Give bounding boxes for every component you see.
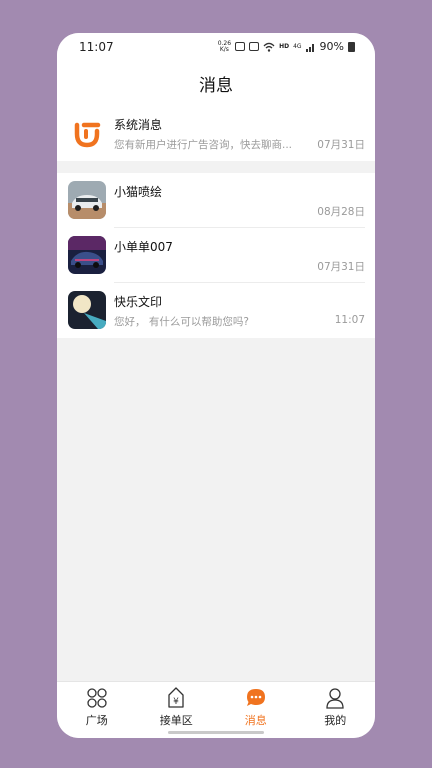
clipboard-notification-icon bbox=[249, 42, 260, 51]
svg-text:¥: ¥ bbox=[173, 697, 179, 707]
conversation-list: 小猫喷绘 08月28日 小单单007 07月31日 快乐文印 您好， 有什么可以… bbox=[57, 173, 375, 338]
tab-label: 接单区 bbox=[159, 714, 193, 727]
conversation-preview: 您好， 有什么可以帮助您吗? bbox=[114, 316, 249, 328]
person-icon bbox=[326, 688, 344, 709]
hd-indicator: HD bbox=[279, 43, 290, 50]
home-indicator[interactable] bbox=[168, 731, 264, 734]
neon-car-avatar bbox=[68, 236, 106, 274]
white-car-avatar bbox=[68, 181, 106, 219]
battery-icon bbox=[348, 41, 355, 52]
wifi-icon bbox=[263, 42, 275, 52]
network-type: 4G bbox=[293, 43, 302, 50]
app-logo-icon bbox=[68, 114, 106, 152]
system-message-row[interactable]: 系统消息 您有新用户进行广告咨询，快去聊商... 07月31日 bbox=[57, 106, 375, 161]
system-message-date: 07月31日 bbox=[317, 139, 365, 151]
tab-orders[interactable]: ¥ 接单区 bbox=[137, 682, 217, 738]
page-title: 消息 bbox=[199, 76, 233, 96]
system-message-preview: 您有新用户进行广告咨询，快去聊商... bbox=[114, 139, 293, 151]
tab-label: 我的 bbox=[324, 714, 347, 727]
conversation-date: 07月31日 bbox=[317, 261, 365, 273]
tab-messages[interactable]: 消息 bbox=[216, 682, 296, 738]
phone-screen: 11:07 0.26 K/s HD 4G 90% 消息 系统消息 您有新用户进行… bbox=[57, 33, 375, 738]
yen-tag-icon: ¥ bbox=[168, 687, 184, 708]
section-gap bbox=[57, 161, 375, 173]
bottom-tab-bar: 广场 ¥ 接单区 消息 我的 bbox=[57, 681, 375, 738]
status-time: 11:07 bbox=[79, 40, 114, 54]
conversation-row[interactable]: 快乐文印 您好， 有什么可以帮助您吗? 11:07 bbox=[57, 283, 375, 338]
system-message-title: 系统消息 bbox=[114, 118, 163, 132]
tab-mine[interactable]: 我的 bbox=[296, 682, 376, 738]
tab-square[interactable]: 广场 bbox=[57, 682, 137, 738]
network-speed: 0.26 K/s bbox=[217, 39, 232, 53]
tab-label: 广场 bbox=[85, 714, 108, 727]
chat-bubble-icon bbox=[246, 689, 265, 706]
conversation-row[interactable]: 小猫喷绘 08月28日 bbox=[57, 173, 375, 228]
conversation-date: 11:07 bbox=[334, 314, 365, 326]
moon-avatar bbox=[68, 291, 106, 329]
message-notification-icon bbox=[235, 42, 246, 51]
status-icons: 0.26 K/s HD 4G 90% bbox=[218, 40, 355, 53]
conversation-name: 小猫喷绘 bbox=[114, 185, 163, 199]
battery-percent: 90% bbox=[319, 40, 344, 53]
conversation-row[interactable]: 小单单007 07月31日 bbox=[57, 228, 375, 283]
tab-label: 消息 bbox=[244, 714, 267, 727]
status-bar: 11:07 0.26 K/s HD 4G 90% bbox=[57, 33, 375, 61]
conversation-name: 快乐文印 bbox=[114, 295, 163, 309]
grid-icon bbox=[87, 688, 107, 708]
conversation-date: 08月28日 bbox=[317, 206, 365, 218]
conversation-name: 小单单007 bbox=[114, 240, 173, 254]
signal-icon bbox=[305, 43, 314, 52]
page-header: 消息 bbox=[57, 61, 375, 107]
